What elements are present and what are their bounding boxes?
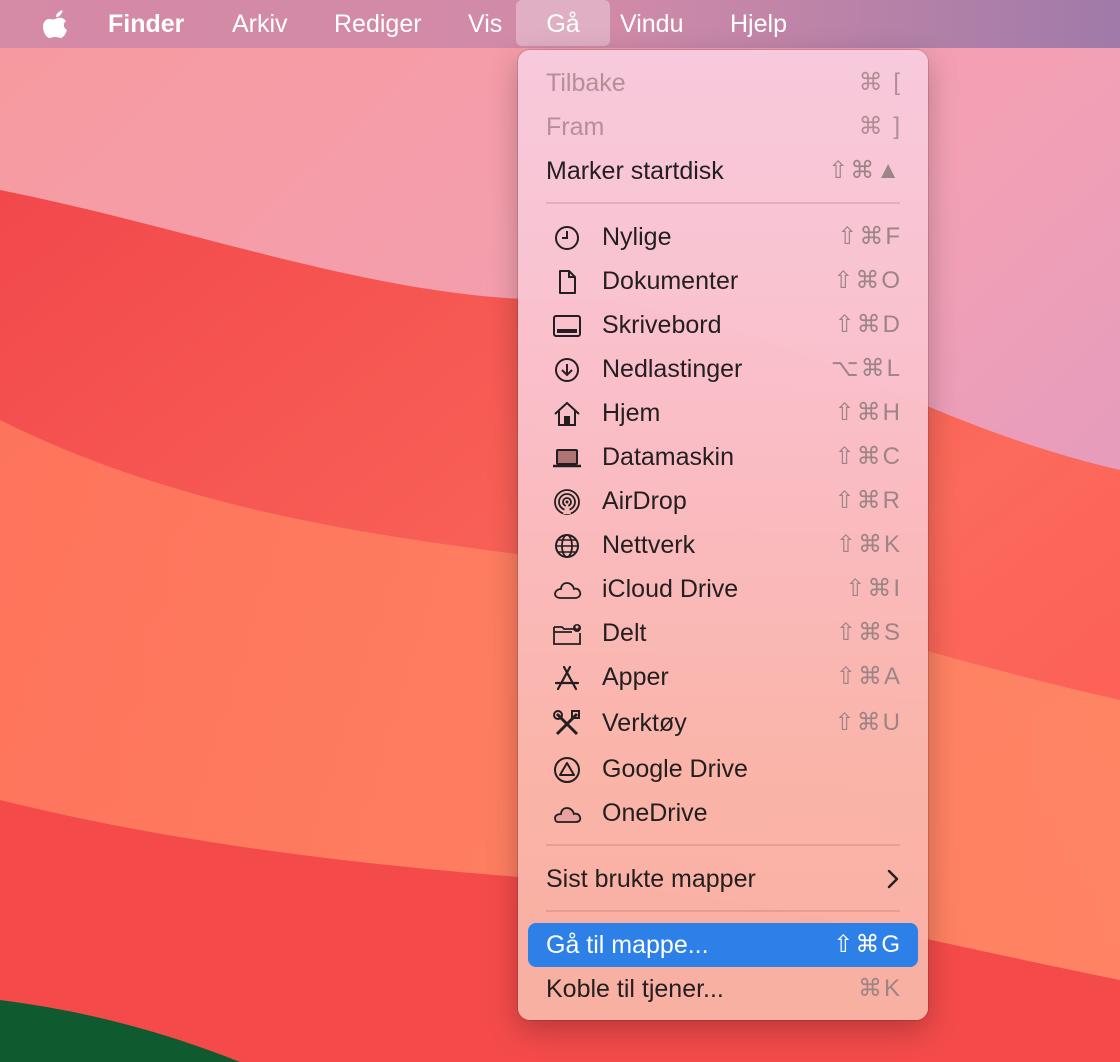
apple-logo-icon[interactable] xyxy=(38,8,72,40)
shortcut-label: ⌥⌘L xyxy=(830,355,902,382)
shortcut-label: ⇧⌘F xyxy=(837,223,902,250)
clock-icon xyxy=(555,226,579,250)
menu-item-label: Nylige xyxy=(602,223,672,251)
shortcut-label: ⌘ [ xyxy=(858,69,902,96)
menu-item-label: Gå til mappe... xyxy=(546,931,709,959)
desktop-icon xyxy=(553,315,581,337)
menu-item-label: Marker startdisk xyxy=(546,157,724,185)
menu-item-applications[interactable]: Apper ⇧⌘A xyxy=(518,655,928,699)
shortcut-label: ⇧⌘A xyxy=(835,663,902,690)
onedrive-cloud-icon xyxy=(554,807,582,823)
globe-icon xyxy=(555,534,579,558)
home-icon xyxy=(554,401,580,426)
menu-item-desktop[interactable]: Skrivebord ⇧⌘D xyxy=(518,303,928,347)
shortcut-label: ⇧⌘C xyxy=(834,443,902,470)
shortcut-label: ⇧⌘U xyxy=(834,709,902,736)
menu-item-network[interactable]: Nettverk ⇧⌘K xyxy=(518,523,928,567)
menu-item-label: Sist brukte mapper xyxy=(546,865,756,893)
utilities-icon xyxy=(553,710,580,736)
menu-item-label: Hjem xyxy=(602,399,661,427)
menu-item-label: Dokumenter xyxy=(602,267,739,295)
menu-item-label: Tilbake xyxy=(546,69,626,97)
shortcut-label: ⌘ ] xyxy=(858,113,902,140)
shared-folder-icon xyxy=(553,624,581,645)
laptop-icon xyxy=(553,449,581,468)
menu-item-select-startup-disk[interactable]: Marker startdisk ⇧⌘▲ xyxy=(518,149,928,193)
menu-hjelp[interactable]: Hjelp xyxy=(730,0,787,48)
menu-item-connect-to-server[interactable]: Koble til tjener... ⌘K xyxy=(518,967,928,1011)
menu-separator xyxy=(546,910,900,912)
shortcut-label: ⇧⌘H xyxy=(834,399,902,426)
shortcut-label: ⇧⌘D xyxy=(834,311,902,338)
menu-item-onedrive[interactable]: OneDrive xyxy=(518,791,928,835)
shortcut-label: ⇧⌘▲ xyxy=(828,157,902,184)
shortcut-label: ⇧⌘S xyxy=(835,619,902,646)
shortcut-label: ⇧⌘I xyxy=(845,575,902,602)
google-drive-icon xyxy=(554,757,580,783)
menu-item-label: Nettverk xyxy=(602,531,696,559)
menu-item-label: Apper xyxy=(602,663,669,691)
menu-item-utilities[interactable]: Verktøy ⇧⌘U xyxy=(518,701,928,745)
menu-item-icloud-drive[interactable]: iCloud Drive ⇧⌘I xyxy=(518,567,928,611)
menu-item-documents[interactable]: Dokumenter ⇧⌘O xyxy=(518,259,928,303)
menu-item-label: OneDrive xyxy=(602,799,708,827)
menu-item-recent-folders[interactable]: Sist brukte mapper xyxy=(518,857,928,901)
menu-separator xyxy=(546,202,900,204)
chevron-right-icon xyxy=(887,869,899,889)
menu-item-label: Skrivebord xyxy=(602,311,722,339)
menu-rediger[interactable]: Rediger xyxy=(334,0,422,48)
menu-item-downloads[interactable]: Nedlastinger ⌥⌘L xyxy=(518,347,928,391)
shortcut-label: ⇧⌘O xyxy=(833,267,902,294)
shortcut-label: ⇧⌘K xyxy=(835,531,902,558)
menu-bar: Finder Arkiv Rediger Vis Gå Vindu Hjelp xyxy=(0,0,1120,48)
menu-item-label: Fram xyxy=(546,113,605,141)
shortcut-label: ⇧⌘R xyxy=(834,487,902,514)
menu-item-label: Delt xyxy=(602,619,647,647)
menu-vindu[interactable]: Vindu xyxy=(620,0,684,48)
menu-item-home[interactable]: Hjem ⇧⌘H xyxy=(518,391,928,435)
shortcut-label: ⌘K xyxy=(857,975,902,1002)
menu-item-recents[interactable]: Nylige ⇧⌘F xyxy=(518,215,928,259)
shortcut-label: ⇧⌘G xyxy=(833,931,902,958)
menu-item-label: Nedlastinger xyxy=(602,355,743,383)
menu-item-label: AirDrop xyxy=(602,487,687,515)
menu-item-label: Verktøy xyxy=(602,709,687,737)
document-icon xyxy=(559,270,576,294)
menu-item-back[interactable]: Tilbake ⌘ [ xyxy=(518,61,928,105)
airdrop-icon xyxy=(554,489,580,515)
go-menu-dropdown: Tilbake ⌘ [ Fram ⌘ ] Marker startdisk ⇧⌘… xyxy=(518,50,928,1020)
apps-icon xyxy=(554,665,580,691)
menu-item-go-to-folder[interactable]: Gå til mappe... ⇧⌘G xyxy=(528,923,918,967)
download-icon xyxy=(555,358,579,382)
menu-item-airdrop[interactable]: AirDrop ⇧⌘R xyxy=(518,479,928,523)
menu-finder[interactable]: Finder xyxy=(108,0,184,48)
menu-item-label: Datamaskin xyxy=(602,443,734,471)
menu-item-label: iCloud Drive xyxy=(602,575,739,603)
menu-item-forward[interactable]: Fram ⌘ ] xyxy=(518,105,928,149)
menu-item-label: Google Drive xyxy=(602,755,748,783)
menu-item-computer[interactable]: Datamaskin ⇧⌘C xyxy=(518,435,928,479)
menu-item-label: Koble til tjener... xyxy=(546,975,724,1003)
menu-vis[interactable]: Vis xyxy=(468,0,502,48)
menu-item-shared[interactable]: Delt ⇧⌘S xyxy=(518,611,928,655)
menu-item-google-drive[interactable]: Google Drive xyxy=(518,747,928,791)
menu-ga[interactable]: Gå xyxy=(516,0,610,46)
menu-separator xyxy=(546,844,900,846)
cloud-icon xyxy=(554,582,582,599)
menu-arkiv[interactable]: Arkiv xyxy=(232,0,288,48)
